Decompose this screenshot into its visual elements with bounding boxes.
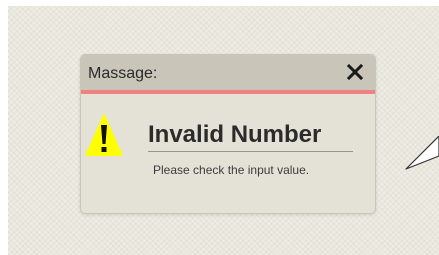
message-dialog: Massage: Invalid Number Please check the…	[80, 54, 376, 214]
dialog-message: Please check the input value.	[153, 163, 310, 177]
dialog-heading: Invalid Number	[148, 121, 322, 148]
callout-pointer	[399, 136, 439, 172]
heading-divider	[148, 151, 353, 152]
dialog-title: Massage:	[88, 65, 158, 82]
close-icon	[347, 64, 363, 80]
dialog-title-bar: Massage:	[81, 55, 375, 94]
close-button[interactable]	[347, 64, 363, 80]
warning-icon	[84, 111, 124, 157]
